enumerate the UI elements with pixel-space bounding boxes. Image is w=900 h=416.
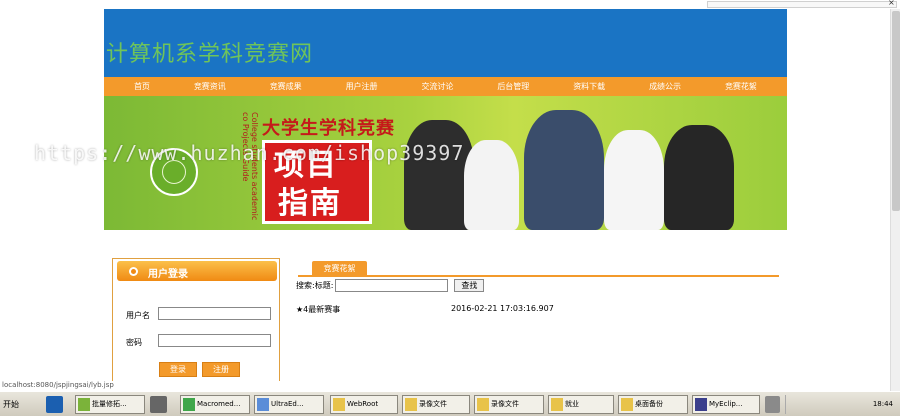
taskbar-button[interactable]: 批量修拓...	[75, 395, 145, 414]
camera-icon[interactable]	[150, 396, 167, 413]
login-button[interactable]: 登录	[159, 362, 197, 377]
nav-item-home[interactable]: 首页	[134, 81, 150, 92]
username-field[interactable]	[158, 307, 271, 320]
dreamweaver-icon	[183, 398, 195, 411]
tab-underline	[298, 275, 779, 277]
taskbar-button-label: 录像文件	[419, 400, 447, 408]
android-icon	[78, 398, 90, 411]
site-title: 计算机系学科竞赛网	[106, 42, 314, 67]
banner-person	[604, 130, 664, 230]
photoshop-icon[interactable]	[46, 396, 63, 413]
taskbar-button-label: WebRoot	[347, 400, 379, 408]
address-bar[interactable]	[707, 1, 897, 8]
user-icon	[129, 267, 138, 276]
search-label: 搜索:标题:	[296, 281, 334, 290]
login-panel: 用户登录 用户名 密码 登录 注册	[112, 258, 280, 391]
start-button[interactable]: 开始	[1, 395, 37, 414]
browser-topbar: ×	[0, 0, 900, 9]
banner-vertical-text: College students academic co Projects Gu…	[241, 112, 259, 221]
username-label: 用户名	[126, 311, 150, 320]
taskbar-button-label: 桌面备份	[635, 400, 663, 408]
login-title: 用户登录	[148, 269, 188, 280]
banner-big-text-2: 指南	[278, 186, 342, 221]
banner-person	[464, 140, 519, 230]
search-button[interactable]: 查找	[454, 279, 485, 292]
clock: 18:44	[872, 400, 893, 408]
list-item-title[interactable]: ★4最新赛事	[296, 304, 340, 315]
password-field[interactable]	[158, 334, 271, 347]
keyboard-icon[interactable]	[765, 396, 780, 413]
scrollbar[interactable]	[890, 9, 900, 391]
tab-highlights[interactable]: 竞赛花絮	[312, 261, 367, 276]
taskbar-button-label: UltraEd...	[271, 400, 304, 408]
nav-item-downloads[interactable]: 资料下载	[573, 81, 605, 92]
site-header: 计算机系学科竞赛网	[104, 9, 787, 77]
taskbar-button-label: MyEclip...	[709, 400, 743, 408]
nav-item-results[interactable]: 竞赛成果	[270, 81, 302, 92]
ultraedit-icon	[257, 398, 269, 411]
nav-item-forum[interactable]: 交流讨论	[421, 81, 453, 92]
taskbar-button-label: Macromed...	[197, 400, 241, 408]
status-bar-url: localhost:8080/jspjingsai/lyb.jsp	[0, 381, 300, 391]
password-label: 密码	[126, 338, 142, 347]
folder-icon	[477, 398, 489, 411]
taskbar: 开始 批量修拓... Macromed... UltraEd... WebRoo…	[0, 391, 900, 416]
scrollbar-thumb[interactable]	[892, 11, 900, 211]
search-bar: 搜索:标题: 查找	[296, 279, 485, 292]
taskbar-button[interactable]: 桌面备份	[618, 395, 688, 414]
nav-item-register[interactable]: 用户注册	[346, 81, 378, 92]
eclipse-icon	[695, 398, 707, 411]
watermark-text: https://www.huzhan.com/ishop39397	[34, 141, 465, 165]
system-tray: 18:44	[785, 395, 899, 414]
taskbar-button[interactable]: 就业	[548, 395, 614, 414]
register-button[interactable]: 注册	[202, 362, 240, 377]
close-icon[interactable]: ×	[888, 0, 895, 7]
taskbar-button[interactable]: WebRoot	[330, 395, 398, 414]
nav-item-admin[interactable]: 后台管理	[497, 81, 529, 92]
folder-icon	[333, 398, 345, 411]
folder-icon	[405, 398, 417, 411]
taskbar-button[interactable]: 录像文件	[474, 395, 544, 414]
main-nav: 首页 竞赛资讯 竞赛成果 用户注册 交流讨论 后台管理 资料下载 成绩公示 竞赛…	[104, 77, 787, 96]
folder-icon	[551, 398, 563, 411]
nav-item-highlights[interactable]: 竞赛花絮	[725, 81, 757, 92]
taskbar-button-label: 就业	[565, 400, 579, 408]
banner-headline: 大学生学科竞赛	[262, 118, 395, 139]
nav-item-news[interactable]: 竞赛资讯	[194, 81, 226, 92]
taskbar-button-label: 批量修拓...	[92, 400, 127, 408]
search-input[interactable]	[335, 279, 449, 292]
taskbar-button-label: 录像文件	[491, 400, 519, 408]
taskbar-button[interactable]: UltraEd...	[254, 395, 324, 414]
taskbar-button[interactable]: Macromed...	[180, 395, 250, 414]
banner-person	[524, 110, 604, 230]
taskbar-button[interactable]: MyEclip...	[692, 395, 760, 414]
nav-item-scores[interactable]: 成绩公示	[649, 81, 681, 92]
banner-person	[664, 125, 734, 230]
taskbar-button[interactable]: 录像文件	[402, 395, 470, 414]
login-header: 用户登录	[117, 261, 277, 281]
folder-icon	[621, 398, 633, 411]
list-item-date: 2016-02-21 17:03:16.907	[451, 304, 554, 313]
